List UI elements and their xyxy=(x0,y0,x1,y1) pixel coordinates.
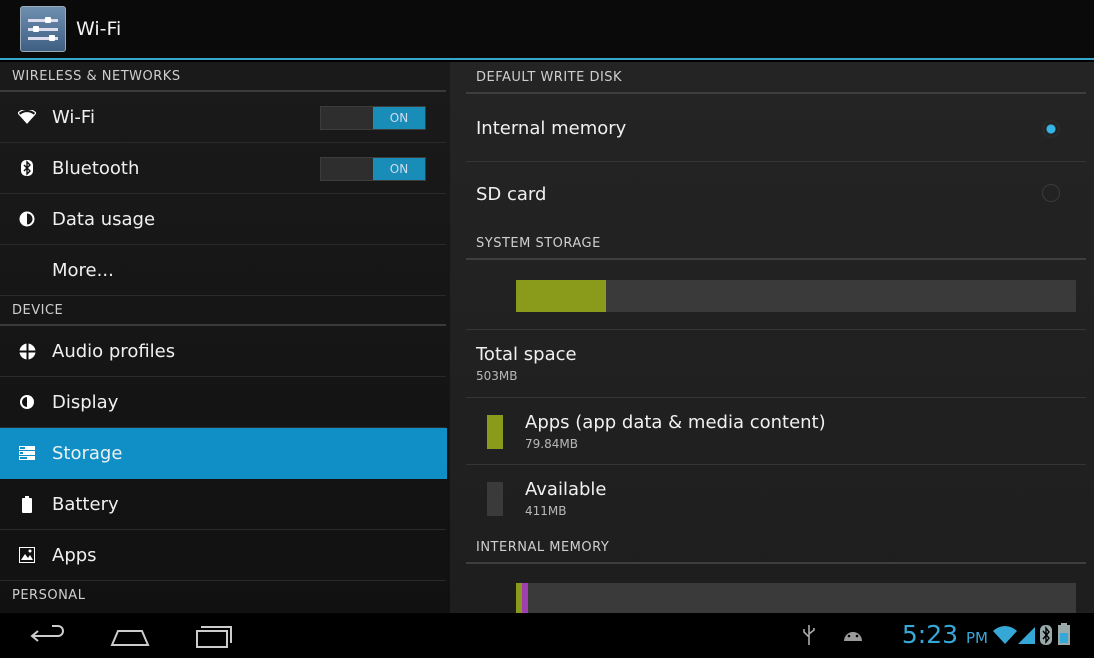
section-header-system-storage: SYSTEM STORAGE xyxy=(466,228,1086,260)
settings-item-label: Apps xyxy=(52,544,97,566)
apps-storage-row[interactable]: Apps (app data & media content) 79.84MB xyxy=(466,398,1086,465)
wifi-toggle[interactable]: ON xyxy=(320,106,426,130)
system-storage-bar xyxy=(516,280,1076,312)
home-icon[interactable] xyxy=(108,621,152,651)
available-color-swatch xyxy=(487,482,503,516)
recent-apps-icon[interactable] xyxy=(193,621,233,651)
status-ampm: PM xyxy=(966,629,988,647)
apps-icon xyxy=(16,544,38,566)
wifi-icon xyxy=(16,106,38,128)
status-time: 5:23 xyxy=(901,620,959,649)
usb-icon xyxy=(802,625,816,655)
option-sd-card[interactable]: SD card xyxy=(466,162,1086,228)
settings-item-label: Display xyxy=(52,391,119,413)
option-internal-memory[interactable]: Internal memory xyxy=(466,96,1086,162)
available-storage-row: Available 411MB xyxy=(466,465,1086,532)
settings-item-label: Battery xyxy=(52,493,119,515)
section-header-device: DEVICE xyxy=(0,296,446,326)
bluetooth-status-icon xyxy=(1040,625,1052,655)
settings-item-more[interactable]: More... xyxy=(0,245,446,296)
total-space-value: 503MB xyxy=(476,369,518,383)
android-debug-icon xyxy=(842,627,864,657)
settings-item-label: More... xyxy=(52,259,114,281)
storage-icon xyxy=(16,442,38,464)
back-icon[interactable] xyxy=(30,621,68,651)
apps-color-swatch xyxy=(487,415,503,449)
bluetooth-icon xyxy=(16,157,38,179)
settings-item-display[interactable]: Display xyxy=(0,377,446,428)
settings-sliders-icon[interactable] xyxy=(20,6,66,52)
action-bar-title: Wi-Fi xyxy=(76,18,122,40)
settings-list: WIRELESS & NETWORKS Wi-Fi ON Bluetooth O… xyxy=(0,62,450,613)
option-label: SD card xyxy=(476,184,547,205)
apps-storage-value: 79.84MB xyxy=(525,437,578,451)
audio-profiles-icon xyxy=(16,340,38,362)
settings-item-bluetooth[interactable]: Bluetooth ON xyxy=(0,143,446,194)
apps-storage-label: Apps (app data & media content) xyxy=(525,412,826,433)
section-header-personal: PERSONAL xyxy=(12,588,86,603)
total-space-label: Total space xyxy=(476,344,577,365)
bluetooth-toggle[interactable]: ON xyxy=(320,157,426,181)
settings-item-battery[interactable]: Battery xyxy=(0,479,446,530)
status-clock: 5:23 PM xyxy=(902,620,988,649)
system-storage-bar-row xyxy=(466,262,1086,330)
action-bar: Wi-Fi xyxy=(0,0,1094,60)
settings-item-label: Audio profiles xyxy=(52,340,176,362)
apps-usage-fill xyxy=(516,280,606,312)
settings-item-wifi[interactable]: Wi-Fi ON xyxy=(0,92,446,143)
available-storage-label: Available xyxy=(525,479,607,500)
available-storage-value: 411MB xyxy=(525,504,567,518)
wifi-signal-icon xyxy=(992,625,1018,655)
system-navigation-bar: 5:23 PM xyxy=(0,613,1094,658)
section-header-wireless: WIRELESS & NETWORKS xyxy=(0,62,446,92)
section-header-internal-memory: INTERNAL MEMORY xyxy=(466,532,1086,564)
display-icon xyxy=(16,391,38,413)
storage-detail-pane: DEFAULT WRITE DISK Internal memory SD ca… xyxy=(450,62,1094,613)
internal-memory-fill-media xyxy=(522,583,528,613)
section-header-default-write-disk: DEFAULT WRITE DISK xyxy=(466,62,1086,94)
settings-item-label: Wi-Fi xyxy=(52,106,95,128)
internal-memory-bar xyxy=(516,583,1076,613)
radio-sd-card[interactable] xyxy=(1042,184,1060,202)
settings-item-data-usage[interactable]: Data usage xyxy=(0,194,446,245)
radio-internal-memory[interactable] xyxy=(1042,120,1060,138)
settings-item-audio-profiles[interactable]: Audio profiles xyxy=(0,326,446,377)
cell-signal-icon xyxy=(1018,625,1036,655)
settings-item-apps[interactable]: Apps xyxy=(0,530,446,581)
settings-item-label: Storage xyxy=(52,442,123,464)
battery-icon xyxy=(16,493,38,515)
battery-status-icon xyxy=(1058,623,1070,653)
toggle-state: ON xyxy=(373,107,425,129)
settings-item-label: Data usage xyxy=(52,208,156,230)
total-space-row: Total space 503MB xyxy=(466,330,1086,398)
data-usage-icon xyxy=(16,208,38,230)
option-label: Internal memory xyxy=(476,118,627,139)
toggle-state: ON xyxy=(373,158,425,180)
settings-item-storage[interactable]: Storage xyxy=(0,428,447,479)
settings-item-label: Bluetooth xyxy=(52,157,140,179)
